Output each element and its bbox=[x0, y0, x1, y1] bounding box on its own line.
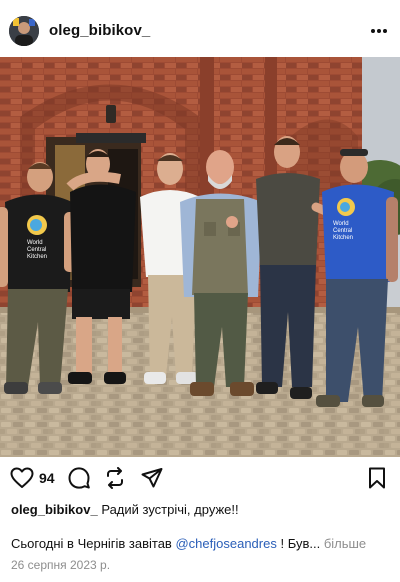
save-button[interactable] bbox=[368, 467, 386, 489]
post-username[interactable]: oleg_bibikov_ bbox=[49, 22, 150, 39]
post-header: oleg_bibikov_ bbox=[0, 0, 400, 58]
post-caption: oleg_bibikov_ Радий зустрічі, друже!! bbox=[11, 502, 239, 517]
post-body-text: Сьогодні в Чернігів завітав @chefjoseand… bbox=[11, 536, 366, 551]
more-horizontal-icon bbox=[371, 29, 387, 33]
body-text-after: ! Був... bbox=[280, 536, 321, 551]
mention-link[interactable]: @chefjoseandres bbox=[175, 536, 276, 551]
repost-button[interactable] bbox=[104, 467, 126, 489]
caption-text: Радий зустрічі, друже!! bbox=[101, 502, 239, 517]
send-icon bbox=[141, 468, 163, 488]
body-text-before: Сьогодні в Чернігів завітав bbox=[11, 536, 172, 551]
like-button[interactable]: 94 bbox=[10, 467, 55, 489]
heart-icon bbox=[10, 467, 34, 488]
post-date: 26 серпня 2023 р. bbox=[11, 558, 111, 572]
comment-icon bbox=[68, 467, 90, 489]
shirt-text: World bbox=[27, 240, 43, 246]
bookmark-icon bbox=[369, 467, 385, 489]
repost-icon bbox=[107, 467, 123, 489]
share-button[interactable] bbox=[141, 467, 163, 489]
more-options-button[interactable] bbox=[364, 21, 394, 41]
like-count[interactable]: 94 bbox=[39, 470, 55, 486]
caption-username[interactable]: oleg_bibikov_ bbox=[11, 502, 98, 517]
post-photo[interactable]: World Central Kitchen World Central Kitc… bbox=[0, 57, 400, 457]
shirt-text: Central bbox=[333, 228, 352, 234]
action-bar: 94 bbox=[0, 464, 400, 496]
comment-button[interactable] bbox=[68, 467, 90, 489]
shirt-text: World bbox=[333, 221, 349, 227]
shirt-text: Kitchen bbox=[27, 254, 47, 260]
shirt-text: Kitchen bbox=[333, 235, 353, 241]
avatar[interactable] bbox=[9, 16, 39, 46]
shirt-text: Central bbox=[27, 247, 46, 253]
more-link[interactable]: більше bbox=[324, 536, 366, 551]
